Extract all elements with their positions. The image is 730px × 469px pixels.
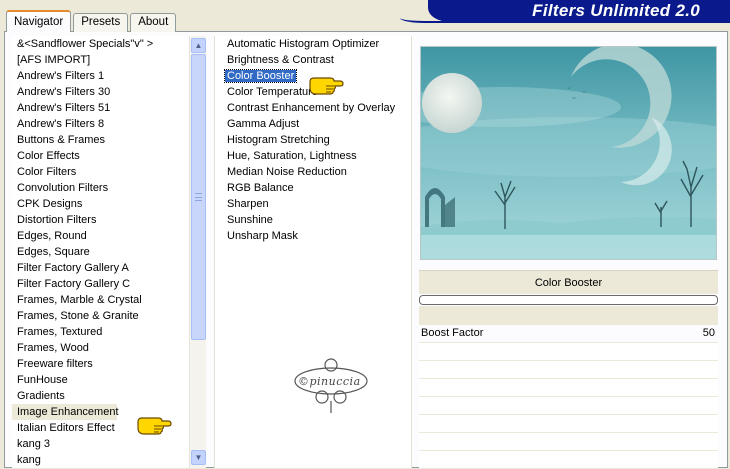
- progress-bar: [419, 295, 718, 305]
- watermark-text: ©pinuccia: [298, 375, 361, 388]
- category-item[interactable]: Freeware filters: [12, 356, 190, 372]
- preview-image: [420, 46, 717, 260]
- filter-item[interactable]: Histogram Stretching: [215, 132, 411, 148]
- filter-item-label: Hue, Saturation, Lightness: [227, 150, 357, 162]
- param-row-empty: [419, 433, 718, 451]
- filter-item-label: Contrast Enhancement by Overlay: [227, 102, 396, 114]
- category-item[interactable]: [AFS IMPORT]: [12, 52, 190, 68]
- param-label: Boost Factor: [421, 327, 484, 339]
- filter-item[interactable]: Contrast Enhancement by Overlay: [215, 100, 411, 116]
- pointing-hand-icon: [137, 417, 172, 435]
- category-item[interactable]: kang: [12, 452, 190, 468]
- param-row-empty: [419, 379, 718, 397]
- category-item[interactable]: Filter Factory Gallery A: [12, 260, 190, 276]
- filter-item-label: Histogram Stretching: [227, 134, 330, 146]
- filter-name-label: Color Booster: [419, 270, 718, 294]
- filter-item[interactable]: Gamma Adjust: [215, 116, 411, 132]
- category-item[interactable]: Andrew's Filters 51: [12, 100, 190, 116]
- filter-item[interactable]: Median Noise Reduction: [215, 164, 411, 180]
- category-item[interactable]: Image Enhancement: [12, 404, 119, 420]
- filter-item-label: Sharpen: [227, 198, 269, 210]
- filter-item[interactable]: Unsharp Mask: [215, 228, 411, 244]
- param-row-empty: [419, 343, 718, 361]
- filter-item[interactable]: Brightness & Contrast: [215, 52, 411, 68]
- category-item[interactable]: Frames, Stone & Granite: [12, 308, 190, 324]
- pointing-hand-icon: [309, 77, 344, 95]
- category-item[interactable]: CPK Designs: [12, 196, 190, 212]
- category-item[interactable]: Frames, Wood: [12, 340, 190, 356]
- category-item[interactable]: Gradients: [12, 388, 190, 404]
- tab-presets[interactable]: Presets: [73, 13, 129, 32]
- param-row-empty: [419, 451, 718, 469]
- tab-navigator[interactable]: Navigator: [6, 10, 72, 32]
- watermark-logo: ©pinuccia: [292, 357, 370, 417]
- category-item[interactable]: Buttons & Frames: [12, 132, 190, 148]
- param-row-empty: [419, 361, 718, 379]
- category-item[interactable]: kang 3: [12, 436, 190, 452]
- category-item[interactable]: Distortion Filters: [12, 212, 190, 228]
- category-item[interactable]: Andrew's Filters 8: [12, 116, 190, 132]
- filter-item[interactable]: RGB Balance: [215, 180, 411, 196]
- filter-item-label: Brightness & Contrast: [227, 54, 334, 66]
- category-item[interactable]: Frames, Textured: [12, 324, 190, 340]
- filter-item[interactable]: Sharpen: [215, 196, 411, 212]
- filter-item-label: Color Booster: [223, 69, 298, 83]
- category-item[interactable]: Frames, Marble & Crystal: [12, 292, 190, 308]
- category-item[interactable]: Color Effects: [12, 148, 190, 164]
- filter-item[interactable]: Sunshine: [215, 212, 411, 228]
- filter-item[interactable]: Automatic Histogram Optimizer: [215, 36, 411, 52]
- filter-item-label: Unsharp Mask: [227, 230, 298, 242]
- grip-icon: [195, 193, 202, 201]
- param-row-empty: [419, 415, 718, 433]
- slider-area: [419, 306, 718, 325]
- category-item[interactable]: Andrew's Filters 1: [12, 68, 190, 84]
- category-item[interactable]: Convolution Filters: [12, 180, 190, 196]
- category-item[interactable]: Edges, Square: [12, 244, 190, 260]
- tab-bar: Navigator Presets About: [6, 10, 178, 32]
- filter-item[interactable]: Hue, Saturation, Lightness: [215, 148, 411, 164]
- param-value[interactable]: 50: [703, 327, 715, 339]
- preview-landscape: [421, 47, 716, 259]
- filter-item-label: Sunshine: [227, 214, 273, 226]
- window-title: Filters Unlimited 2.0: [428, 0, 730, 22]
- filter-item-label: Automatic Histogram Optimizer: [227, 38, 380, 50]
- category-list[interactable]: &<Sandflower Specials"v" > [AFS IMPORT] An…: [12, 36, 190, 468]
- scrollbar-thumb[interactable]: [191, 54, 206, 340]
- category-item[interactable]: Edges, Round: [12, 228, 190, 244]
- category-item[interactable]: Filter Factory Gallery C: [12, 276, 190, 292]
- category-item[interactable]: Andrew's Filters 30: [12, 84, 190, 100]
- tab-about[interactable]: About: [130, 13, 177, 32]
- filter-item-label: Gamma Adjust: [227, 118, 300, 130]
- filter-item-label: RGB Balance: [227, 182, 294, 194]
- param-row-empty: [419, 397, 718, 415]
- arrow-down-icon[interactable]: ▼: [191, 450, 206, 465]
- arrow-up-icon[interactable]: ▲: [191, 38, 206, 53]
- filter-item-label: Median Noise Reduction: [227, 166, 347, 178]
- category-item[interactable]: FunHouse: [12, 372, 190, 388]
- category-scrollbar[interactable]: ▲ ▼: [189, 36, 206, 468]
- category-item[interactable]: Color Filters: [12, 164, 190, 180]
- category-item[interactable]: &<Sandflower Specials"v" >: [12, 36, 190, 52]
- filter-item-label: Color Temperature: [227, 86, 318, 98]
- param-row-boost-factor[interactable]: Boost Factor 50: [419, 325, 718, 343]
